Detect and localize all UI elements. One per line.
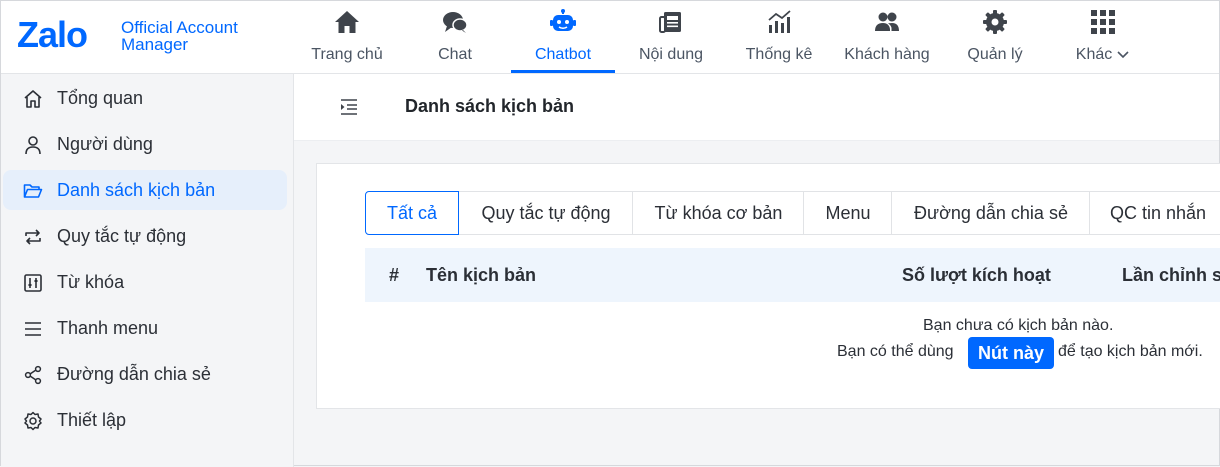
empty-state-message: Bạn chưa có kịch bản nào. (923, 317, 1114, 334)
sidebar-item-label: Danh sách kịch bản (57, 180, 216, 200)
page-title: Danh sách kịch bản (405, 96, 575, 116)
table-header: # Tên kịch bản Số lượt kích hoạt Lần chỉ… (365, 248, 1220, 302)
robot-icon (550, 9, 576, 31)
chat-bubbles-icon (443, 12, 468, 33)
nav-label: Chatbot (534, 46, 592, 63)
tab-share-links[interactable]: Đường dẫn chia sẻ (891, 191, 1091, 235)
nav-label-with-dropdown: Khác (1049, 46, 1157, 64)
create-scenario-button[interactable]: Nút này (968, 337, 1055, 369)
sliders-icon (24, 274, 42, 292)
repeat-icon (25, 229, 41, 245)
nav-item-statistics[interactable]: Thống kê (725, 1, 833, 73)
nav-item-chatbot[interactable]: Chatbot (509, 1, 617, 73)
sidebar-item-scenario-list[interactable]: Danh sách kịch bản (3, 170, 287, 210)
logo-word: Zalo (17, 14, 88, 55)
tab-basic-keywords[interactable]: Từ khóa cơ bản (632, 191, 805, 235)
column-header-trigger-count[interactable]: Số lượt kích hoạt (902, 265, 1051, 286)
tab-message-ads[interactable]: QC tin nhắn (1089, 191, 1220, 235)
chevron-down-icon (1117, 51, 1129, 58)
share-icon (24, 365, 42, 385)
sidebar-item-auto-rules[interactable]: Quy tắc tự động (3, 216, 287, 256)
sidebar: Tổng quan Người dùng Danh sách kịch bản … (1, 74, 294, 467)
sidebar-item-users[interactable]: Người dùng (3, 124, 287, 164)
nav-label: Thống kê (745, 46, 813, 63)
tab-menu[interactable]: Menu (803, 191, 893, 235)
sidebar-item-label: Quy tắc tự động (57, 226, 187, 246)
sidebar-item-label: Người dùng (57, 134, 153, 154)
folder-open-icon (23, 184, 43, 198)
nav-item-content[interactable]: Nội dung (617, 1, 725, 73)
column-header-last-edited[interactable]: Lần chỉnh s (1122, 265, 1220, 286)
sidebar-item-label: Thanh menu (57, 318, 159, 338)
home-outline-icon (24, 90, 42, 108)
sidebar-item-menu-bar[interactable]: Thanh menu (3, 308, 287, 348)
grid-icon (1091, 10, 1115, 34)
sidebar-item-overview[interactable]: Tổng quan (3, 78, 287, 118)
collapse-sidebar-icon[interactable] (338, 96, 360, 118)
sidebar-item-label: Đường dẫn chia sẻ (57, 364, 211, 384)
user-outline-icon (25, 136, 41, 155)
nav-item-home[interactable]: Trang chủ (293, 1, 401, 73)
bar-chart-icon (768, 10, 791, 33)
nav-item-chat[interactable]: Chat (401, 1, 509, 73)
nav-label: Khác (1075, 46, 1113, 63)
users-icon (875, 12, 899, 31)
sidebar-item-share-links[interactable]: Đường dẫn chia sẻ (3, 354, 287, 394)
sidebar-item-keywords[interactable]: Từ khóa (3, 262, 287, 302)
nav-label: Trang chủ (311, 46, 383, 63)
column-header-index: # (389, 265, 400, 285)
column-header-name[interactable]: Tên kịch bản (426, 265, 536, 286)
nav-label: Chat (438, 46, 472, 63)
empty-state-hint-after: để tạo kịch bản mới. (1058, 343, 1203, 360)
sidebar-item-settings[interactable]: Thiết lập (3, 400, 287, 440)
scenario-list-card: Tất cả Quy tắc tự động Từ khóa cơ bản Me… (316, 163, 1220, 409)
tab-auto-rules[interactable]: Quy tắc tự động (458, 191, 634, 235)
top-navigation-bar: Zalo Official Account Manager Trang chủ … (1, 1, 1219, 74)
sidebar-item-label: Thiết lập (57, 410, 127, 430)
menu-lines-icon (25, 322, 41, 336)
newspaper-icon (659, 12, 681, 33)
sidebar-item-label: Tổng quan (57, 88, 144, 108)
nav-item-customers[interactable]: Khách hàng (833, 1, 941, 73)
nav-label: Khách hàng (844, 46, 930, 63)
settings-outline-icon (24, 411, 42, 431)
page-header: Danh sách kịch bản (294, 74, 1219, 141)
logo-subtitle: Official Account Manager (121, 19, 238, 53)
nav-label: Quản lý (967, 46, 1023, 63)
sidebar-item-label: Từ khóa (57, 272, 125, 292)
scenario-filter-tabs: Tất cả Quy tắc tự động Từ khóa cơ bản Me… (365, 191, 1220, 235)
empty-state-hint-before: Bạn có thể dùng (837, 343, 954, 360)
tab-all[interactable]: Tất cả (365, 191, 459, 235)
nav-item-manage[interactable]: Quản lý (941, 1, 1049, 73)
gear-icon (983, 10, 1007, 34)
nav-label: Nội dung (638, 46, 704, 63)
home-icon (335, 11, 359, 33)
logo-subtitle-line2: Manager (121, 35, 189, 54)
nav-item-more[interactable]: Khác (1049, 1, 1157, 73)
